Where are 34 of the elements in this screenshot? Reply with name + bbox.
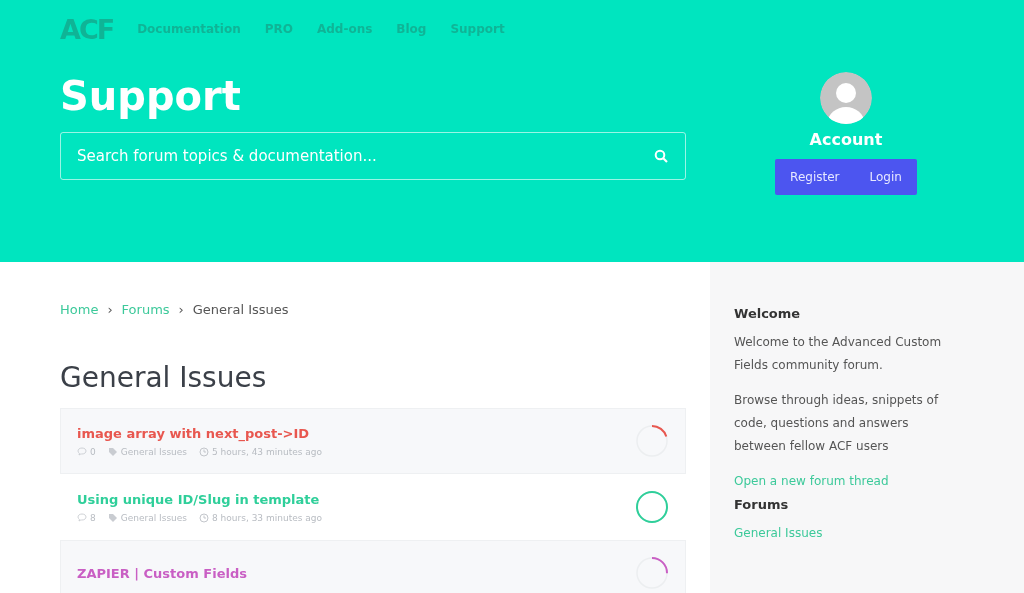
topic-time: 5 hours, 43 minutes ago — [212, 446, 322, 457]
breadcrumb-link[interactable]: Home — [60, 302, 99, 317]
avatar-icon — [820, 72, 872, 124]
clock-icon — [199, 446, 210, 457]
auth-button[interactable]: Register — [775, 159, 855, 195]
search-icon[interactable] — [654, 149, 668, 163]
forum-title: General Issues — [60, 361, 268, 394]
topic-link[interactable]: image array with next_post->ID — [77, 425, 322, 441]
reply-count: 0 — [90, 446, 96, 457]
comment-icon — [77, 447, 87, 456]
forum-link[interactable]: General Issues — [734, 522, 964, 545]
forum-link[interactable]: General Issues — [120, 512, 188, 523]
topic-link[interactable]: Using unique ID/Slug in template — [77, 491, 322, 507]
comment-icon — [77, 513, 87, 522]
breadcrumb-current: General Issues — [192, 302, 289, 317]
breadcrumb-separator: › — [178, 302, 184, 317]
breadcrumb-link[interactable]: Forums — [121, 302, 170, 317]
sidebar-heading: Welcome — [734, 305, 802, 323]
account-title: Account — [809, 130, 883, 149]
new-thread-link[interactable]: Open a new forum thread — [734, 470, 964, 493]
search-field[interactable]: Search forum topics & documentation... — [60, 132, 686, 180]
topic-time: 8 hours, 33 minutes ago — [212, 512, 322, 523]
clock-icon — [199, 512, 210, 523]
auth-button[interactable]: Login — [854, 159, 917, 195]
forum-link[interactable]: General Issues — [120, 446, 188, 457]
page-heading: Support — [60, 74, 242, 118]
reply-count: 8 — [90, 512, 96, 523]
tag-icon — [107, 446, 118, 457]
breadcrumb-separator: › — [107, 302, 113, 317]
sidebar-text: Welcome to the Advanced Custom Fields community forum. — [734, 334, 943, 374]
sidebar-heading: Forums — [734, 496, 790, 514]
tag-icon — [107, 512, 118, 523]
sidebar-text: Browse through ideas, snippets of code, questions and answers between fellow ACF users — [734, 392, 940, 455]
topic-link[interactable]: ZAPIER | Custom Fields — [77, 565, 247, 581]
